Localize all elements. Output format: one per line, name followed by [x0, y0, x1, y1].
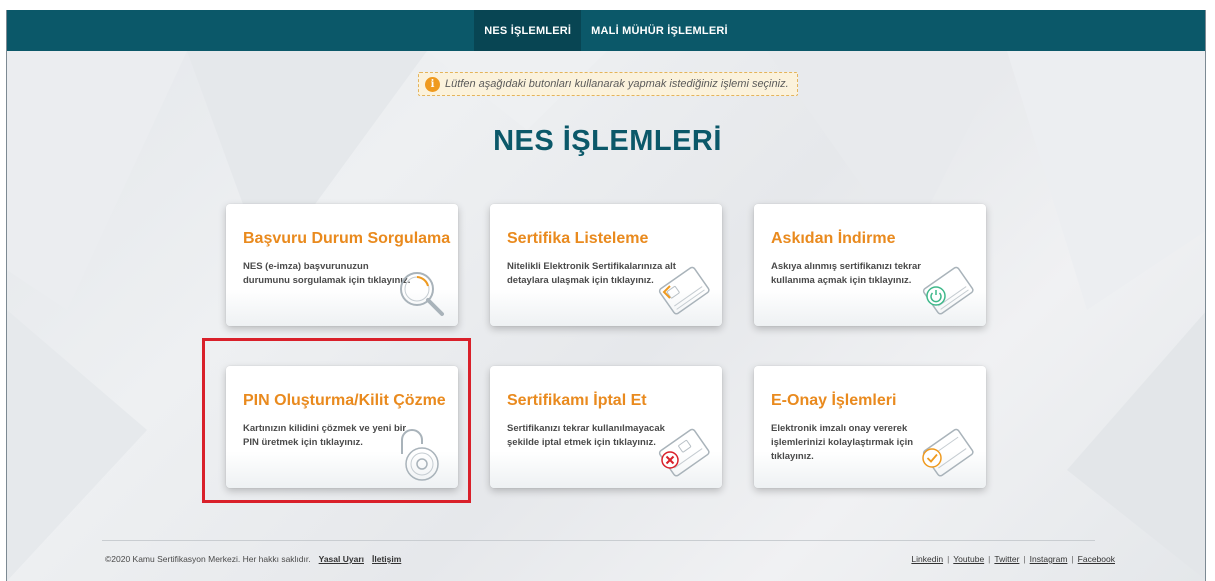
footer-separator: |	[1023, 554, 1026, 564]
footer-link-youtube[interactable]: Youtube	[953, 554, 984, 564]
card-description: NES (e-imza) başvurunuzun durumunu sorgu…	[243, 261, 411, 286]
card-list-icon	[658, 266, 710, 315]
card-sertifikami-iptal-et[interactable]: Sertifikamı İptal Et Sertifikanızı tekra…	[490, 366, 722, 488]
card-title: PIN Oluşturma/Kilit Çözme	[243, 392, 446, 409]
card-power-icon	[922, 266, 974, 315]
card-sertifika-listeleme[interactable]: Sertifika Listeleme Nitelikli Elektronik…	[490, 204, 722, 326]
card-check-icon	[922, 428, 974, 477]
page-title: NES İŞLEMLERİ	[493, 125, 722, 157]
card-pin-olusturma-kilit-cozme[interactable]: PIN Oluşturma/Kilit Çözme Kartınızın kil…	[226, 366, 458, 488]
footer-link-yasal-uyari[interactable]: Yasal Uyarı	[319, 554, 364, 564]
card-basvuru-durum-sorgulama[interactable]: Başvuru Durum Sorgulama NES (e-imza) baş…	[226, 204, 458, 326]
card-title: Askıdan İndirme	[771, 230, 896, 247]
card-askidan-indirme[interactable]: Askıdan İndirme Askıya alınmış sertifika…	[754, 204, 986, 326]
card-e-onay-islemleri[interactable]: E-Onay İşlemleri Elektronik imzalı onay …	[754, 366, 986, 488]
footer-link-linkedin[interactable]: Linkedin	[911, 554, 943, 564]
main-nav: NES İŞLEMLERİ MALİ MÜHÜR İŞLEMLERİ	[474, 10, 738, 51]
footer: ©2020 Kamu Sertifikasyon Merkezi. Her ha…	[105, 554, 1115, 564]
card-description: Nitelikli Elektronik Sertifikalarınıza a…	[507, 261, 676, 286]
nav-item-nes-islemleri[interactable]: NES İŞLEMLERİ	[474, 10, 582, 51]
card-title: Sertifika Listeleme	[507, 230, 649, 247]
footer-link-facebook[interactable]: Facebook	[1078, 554, 1115, 564]
footer-link-twitter[interactable]: Twitter	[994, 554, 1019, 564]
footer-divider	[102, 540, 1095, 541]
notice-text: Lütfen aşağıdaki butonları kullanarak ya…	[445, 78, 789, 90]
nav-item-mali-muhur-islemleri[interactable]: MALİ MÜHÜR İŞLEMLERİ	[581, 10, 738, 51]
info-icon: i	[425, 76, 440, 92]
footer-separator: |	[988, 554, 991, 564]
magnifier-icon	[400, 272, 444, 316]
info-notice: i Lütfen aşağıdaki butonları kullanarak …	[418, 72, 798, 96]
padlock-icon	[401, 429, 439, 481]
footer-copyright: ©2020 Kamu Sertifikasyon Merkezi. Her ha…	[105, 554, 311, 564]
card-title: Sertifikamı İptal Et	[507, 392, 647, 409]
top-navigation-bar: NES İŞLEMLERİ MALİ MÜHÜR İŞLEMLERİ	[7, 10, 1205, 51]
footer-separator: |	[947, 554, 950, 564]
card-description: Askıya alınmış sertifikanızı tekrar kull…	[771, 261, 921, 286]
card-title: Başvuru Durum Sorgulama	[243, 230, 451, 247]
card-title: E-Onay İşlemleri	[771, 392, 897, 409]
card-description: Elektronik imzalı onay vererek işlemleri…	[771, 423, 914, 462]
card-cancel-icon	[658, 428, 710, 477]
card-description: Sertifikanızı tekrar kullanılmayacak şek…	[507, 423, 665, 448]
footer-link-iletisim[interactable]: İletişim	[372, 554, 401, 564]
footer-separator: |	[1071, 554, 1074, 564]
card-description: Kartınızın kilidini çözmek ve yeni bir P…	[243, 423, 407, 448]
footer-link-instagram[interactable]: Instagram	[1030, 554, 1068, 564]
